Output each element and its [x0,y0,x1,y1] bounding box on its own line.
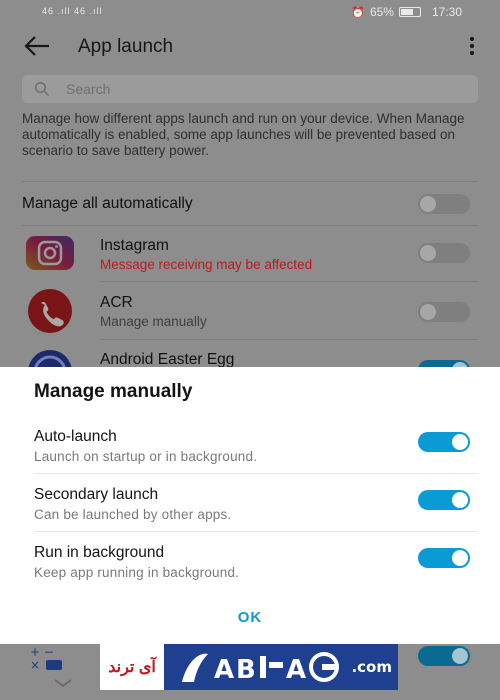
option-description: Launch on startup or in background. [34,449,258,464]
page-title: App launch [78,36,174,57]
app-name: Instagram [100,237,169,254]
divider [34,531,478,532]
instagram-toggle[interactable] [418,243,470,263]
status-right: ⏰ 65% 17:30 [351,5,462,19]
divider [22,225,478,226]
easter-egg-toggle[interactable] [418,360,470,367]
battery-icon [398,7,421,17]
option-label: Secondary launch [34,486,159,503]
option-label: Auto-launch [34,428,117,445]
instagram-icon [24,233,76,285]
easter-egg-icon [24,350,76,367]
app-toggle-on[interactable] [418,646,470,666]
arrow-back-icon[interactable] [22,32,52,60]
option-label: Run in background [34,544,165,561]
divider [100,281,478,282]
acr-toggle[interactable] [418,302,470,322]
app-name: ACR [100,294,133,311]
manage-manually-dialog: Manage manually Auto-launch Launch on st… [0,367,500,644]
divider [100,339,478,340]
svg-text:×: × [30,658,40,672]
phone-call-icon [24,289,76,341]
option-description: Can be launched by other apps. [34,507,232,522]
auto-launch-toggle[interactable] [418,432,470,452]
status-bar: 46 .ıll 46 .ıll ⏰ 65% 17:30 [0,0,500,24]
svg-text:+ −: + − [30,645,54,659]
svg-text:A: A [214,655,234,685]
search-input[interactable]: Search [22,75,478,103]
battery-percent: 65% [369,5,394,19]
divider [22,181,478,182]
svg-text:B: B [236,655,256,685]
watermark-domain: .com [351,658,392,676]
app-status: Manage manually [100,314,207,329]
dialog-title: Manage manually [34,381,193,402]
option-run-in-background: Run in background Keep app running in ba… [34,544,474,602]
watermark-left-text: آی ترند [100,644,164,690]
calculator-icon: + − × [26,644,70,674]
app-name: Android Easter Egg [100,351,235,367]
manage-all-label: Manage all automatically [22,195,193,212]
more-vert-icon[interactable] [468,37,476,57]
clock: 17:30 [431,5,462,19]
watermark-logo: آی ترند A B A .com [100,644,398,690]
option-description: Keep app running in background. [34,565,240,580]
watermark-graphic: A B A [182,652,339,685]
chevron-down-icon[interactable] [52,676,74,688]
option-secondary-launch: Secondary launch Can be launched by othe… [34,486,474,544]
search-icon [34,81,50,97]
watermark-banner: A B A .com [164,644,398,690]
search-placeholder: Search [66,81,111,97]
app-bar: App launch [0,24,500,68]
signal-indicator: 46 .ıll 46 .ıll [42,6,103,16]
manage-all-toggle[interactable] [418,194,470,214]
option-auto-launch: Auto-launch Launch on startup or in back… [34,428,474,486]
divider [34,473,478,474]
secondary-launch-toggle[interactable] [418,490,470,510]
ok-button[interactable]: OK [0,609,500,626]
run-in-background-toggle[interactable] [418,548,470,568]
description-text: Manage how different apps launch and run… [22,111,465,158]
alarm-icon: ⏰ [351,6,365,19]
svg-text:A: A [286,655,306,685]
app-status-warning: Message receiving may be affected [100,257,313,272]
